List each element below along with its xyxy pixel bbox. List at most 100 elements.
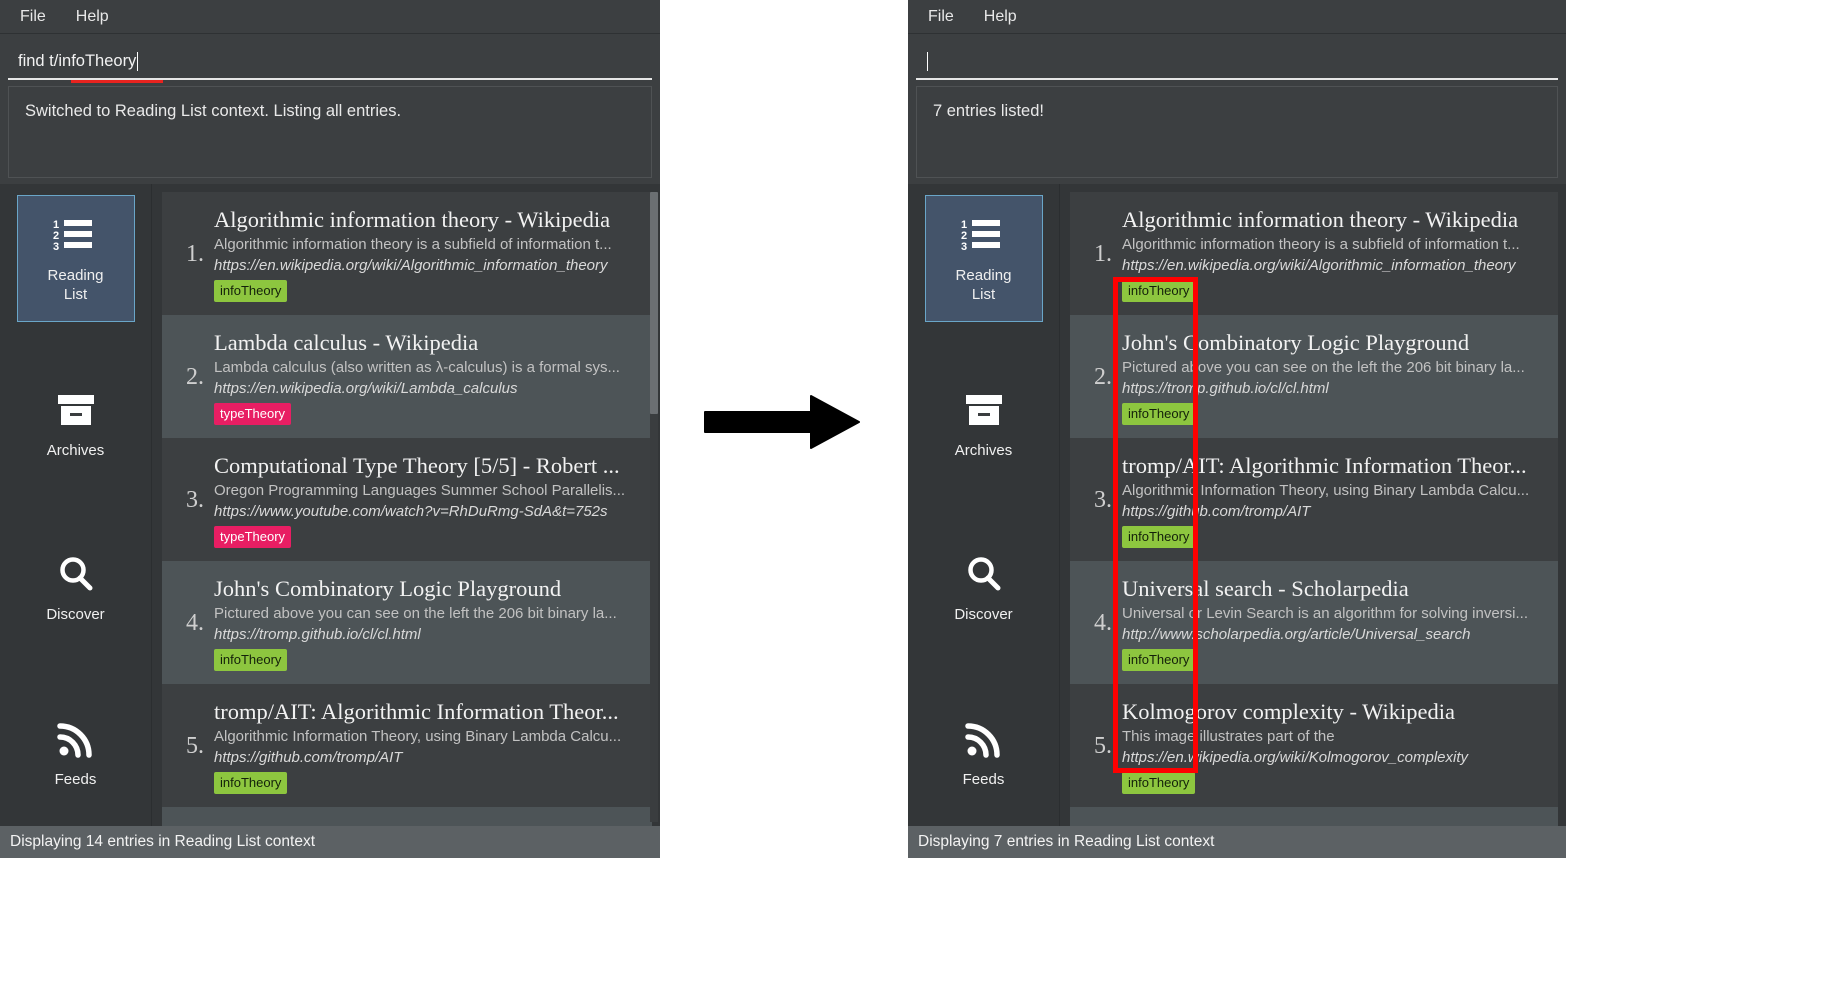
entry-index: 4. [1094,609,1112,636]
entry-index: 1. [1094,240,1112,267]
entry-tag[interactable]: infoTheory [1122,526,1196,548]
sidebar-item-feeds[interactable]: Feeds [17,689,135,816]
menu-file[interactable]: File [18,7,48,27]
entry-tag[interactable]: infoTheory [1122,649,1196,671]
entry-tag-list: infoTheory [1122,772,1548,794]
menu-file[interactable]: File [926,7,956,27]
entry-description: Oregon Programming Languages Summer Scho… [214,482,626,499]
entry-meta: John's Combinatory Logic Playground Pictu… [1122,329,1548,425]
entry-row[interactable]: 6.Universal search - Scholarpedia [162,807,652,826]
entry-list-pane-right[interactable]: 1. Algorithmic information theory - Wikip… [1060,184,1566,826]
entry-meta: tromp/AIT: Algorithmic Information Theor… [214,698,642,794]
status-bar-left: Displaying 14 entries in Reading List co… [0,826,660,858]
entry-tag-list: infoTheory [214,649,642,671]
entry-description: Lambda calculus (also written as λ-calcu… [214,359,620,376]
entry-url[interactable]: https://www.youtube.com/watch?v=RhDuRmg-… [214,501,642,522]
scrollbar-thumb[interactable] [650,192,658,414]
entry-row[interactable]: 1. Algorithmic information theory - Wikip… [162,192,652,315]
entry-row[interactable]: 3. Computational Type Theory [5/5] - Robe… [162,438,652,561]
entry-url[interactable]: https://tromp.github.io/cl/cl.html [214,624,642,645]
menu-help[interactable]: Help [982,7,1019,27]
entry-tag[interactable]: infoTheory [214,280,288,302]
entry-description: Algorithmic Information Theory, using Bi… [1122,482,1530,499]
svg-text:3: 3 [961,241,967,253]
entry-row[interactable]: 5. tromp/AIT: Algorithmic Information The… [162,684,652,807]
entry-tag[interactable]: infoTheory [1122,280,1196,302]
entry-tag-list: infoTheory [214,280,642,302]
magnifier-icon [56,551,96,597]
entry-meta: Algorithmic information theory - Wikiped… [1122,206,1548,302]
entry-meta: tromp/AIT: Algorithmic Information Theor… [1122,452,1548,548]
entry-description: Algorithmic information theory is a subf… [214,236,612,253]
entry-list-pane-left[interactable]: 1. Algorithmic information theory - Wikip… [152,184,660,826]
entry-index: 5. [186,732,204,759]
entry-tag-list: infoTheory [1122,280,1548,302]
entry-url[interactable]: http://www.scholarpedia.org/article/Univ… [1122,624,1548,645]
menu-help[interactable]: Help [74,7,111,27]
vertical-scrollbar-left[interactable] [650,192,658,822]
magnifier-icon [964,551,1004,597]
entry-title: John's Combinatory Logic Playground [1122,330,1470,355]
screenshot-stage: File Help find t/infoTheory Switched to … [0,0,1845,1008]
sidebar-item-reading-list[interactable]: 1 2 3 Reading List [924,195,1043,322]
rss-feed-icon [56,716,95,762]
entry-title: John's Combinatory Logic Playground [214,576,562,601]
entry-row[interactable]: 1. Algorithmic information theory - Wikip… [1070,192,1558,315]
entry-tag[interactable]: infoTheory [214,772,288,794]
entry-url[interactable]: https://github.com/tromp/AIT [214,747,642,768]
entry-description: Universal or Levin Search is an algorith… [1122,605,1529,622]
entry-url[interactable]: https://en.wikipedia.org/wiki/Algorithmi… [214,255,642,276]
result-display-left: Switched to Reading List context. Listin… [8,86,652,178]
entry-row[interactable]: 2. John's Combinatory Logic Playground Pic… [1070,315,1558,438]
sidebar-item-feeds[interactable]: Feeds [925,689,1043,816]
entry-tag[interactable]: infoTheory [214,649,288,671]
entry-url[interactable]: https://github.com/tromp/AIT [1122,501,1548,522]
sidebar-item-archives[interactable]: Archives [17,360,135,487]
entry-description: This image illustrates part of the [1122,728,1335,745]
command-input-area-right [908,34,1566,80]
entry-url[interactable]: https://en.wikipedia.org/wiki/Lambda_cal… [214,378,642,399]
entry-tag[interactable]: infoTheory [1122,403,1196,425]
entry-url[interactable]: https://en.wikipedia.org/wiki/Kolmogorov… [1122,747,1548,768]
sidebar-item-label: Feeds [54,771,97,789]
entry-index: 3. [186,486,204,513]
entry-index: 1. [186,240,204,267]
entry-meta: Lambda calculus - Wikipedia Lambda calcul… [214,329,642,425]
entry-meta: Algorithmic information theory - Wikiped… [214,206,642,302]
command-input-left[interactable]: find t/infoTheory [8,40,652,83]
entry-index: 5. [1094,732,1112,759]
result-display-right: 7 entries listed! [916,86,1558,178]
archive-box-icon [964,387,1004,433]
entry-tag[interactable]: typeTheory [214,403,292,425]
sidebar-item-discover[interactable]: Discover [925,525,1043,652]
sidebar-item-label: Feeds [962,771,1005,789]
text-caret [927,52,928,71]
result-message: Switched to Reading List context. Listin… [25,102,402,120]
entry-url[interactable]: https://en.wikipedia.org/wiki/Algorithmi… [1122,255,1548,276]
sidebar-item-reading-list[interactable]: 1 2 3 Reading List [16,195,135,322]
entry-row[interactable]: 5. Kolmogorov complexity - Wikipedia This … [1070,684,1558,807]
sidebar-item-label: Archives [46,441,105,459]
entry-title: Universal search - Scholarpedia [1122,576,1409,601]
entry-tag-list: infoTheory [1122,526,1548,548]
entry-row[interactable]: 2. Lambda calculus - Wikipedia Lambda calc… [162,315,652,438]
entry-row[interactable]: 4. John's Combinatory Logic Playground Pic… [162,561,652,684]
entry-row[interactable]: 6.Computational indistinguishability - W… [1070,807,1558,826]
status-text: Displaying 14 entries in Reading List co… [10,833,316,850]
entry-description: Pictured above you can see on the left t… [214,605,617,622]
entry-title: tromp/AIT: Algorithmic Information Theor… [1122,453,1527,478]
entry-tag-list: infoTheory [214,772,642,794]
sidebar-item-discover[interactable]: Discover [17,525,135,652]
entry-url[interactable]: https://tromp.github.io/cl/cl.html [1122,378,1548,399]
command-input-right[interactable] [916,40,1558,80]
entry-tag[interactable]: infoTheory [1122,772,1196,794]
entry-tag[interactable]: typeTheory [214,526,292,548]
entry-row[interactable]: 3. tromp/AIT: Algorithmic Information The… [1070,438,1558,561]
entry-row[interactable]: 4. Universal search - Scholarpedia Univers… [1070,561,1558,684]
entry-index: 2. [1094,363,1112,390]
entry-index: 3. [1094,486,1112,513]
sidebar-left: 1 2 3 Reading List Archives Discover Fee… [0,184,152,826]
body-split-right: 1 2 3 Reading List Archives Discover Fee… [908,184,1566,826]
sidebar-item-archives[interactable]: Archives [925,360,1043,487]
sidebar-right: 1 2 3 Reading List Archives Discover Fee… [908,184,1060,826]
